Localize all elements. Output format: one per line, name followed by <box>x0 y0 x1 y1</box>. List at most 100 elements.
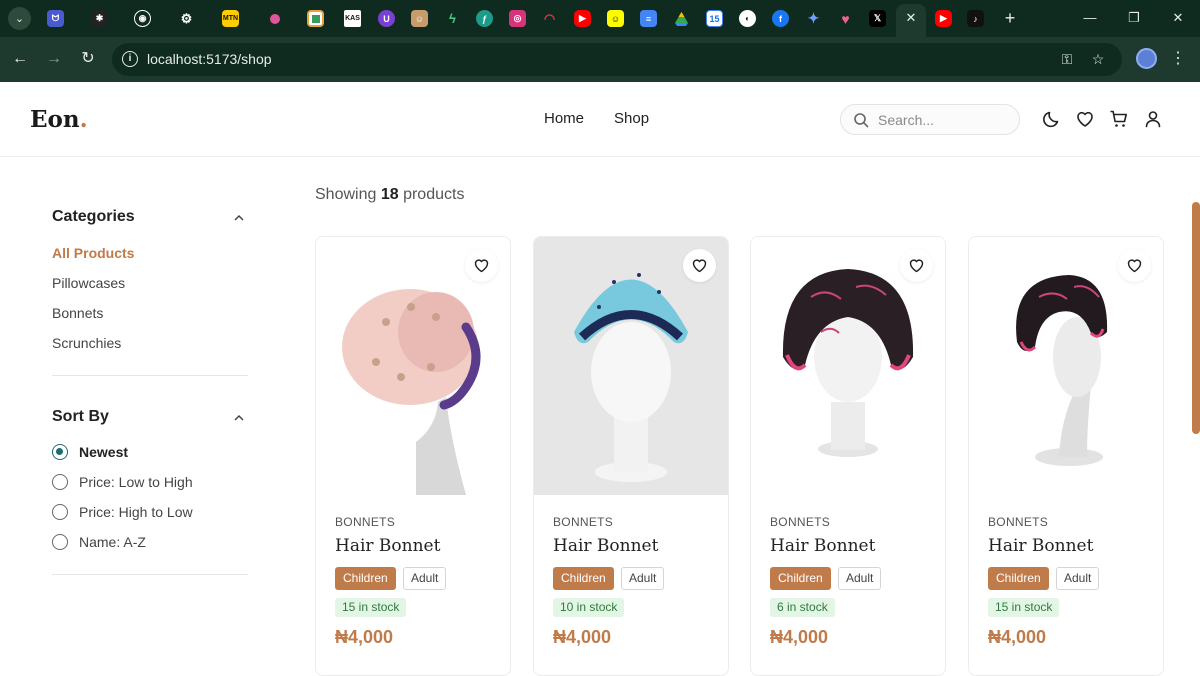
tab-favicon-bolt-icon[interactable]: ϟ <box>444 10 461 27</box>
product-name[interactable]: Hair Bonnet <box>988 536 1093 556</box>
add-to-wishlist-button[interactable] <box>900 249 933 282</box>
sort-label-newest[interactable]: Newest <box>79 444 128 460</box>
tab-search-menu-icon[interactable]: ⌄ <box>8 7 31 30</box>
product-name[interactable]: Hair Bonnet <box>553 536 658 556</box>
tab-favicon-sparkle-icon[interactable]: ✱ <box>91 10 108 27</box>
size-option-adult[interactable]: Adult <box>403 567 447 590</box>
tab-favicon-facebook-icon[interactable]: f <box>772 10 789 27</box>
sort-label-name-az[interactable]: Name: A-Z <box>79 534 146 550</box>
sort-label-price-low-high[interactable]: Price: Low to High <box>79 474 193 490</box>
site-info-icon[interactable]: i <box>122 51 138 67</box>
add-to-wishlist-button[interactable] <box>1118 249 1151 282</box>
product-name[interactable]: Hair Bonnet <box>770 536 875 556</box>
product-category: BONNETS <box>988 515 1049 529</box>
restore-icon[interactable]: ❐ <box>1124 8 1144 28</box>
tab-favicon-linked-icon[interactable]: ᗢ <box>47 10 64 27</box>
product-category: BONNETS <box>335 515 396 529</box>
cart-icon[interactable] <box>1109 109 1129 129</box>
tab-favicon-u-icon[interactable]: U <box>378 10 395 27</box>
bookmark-star-icon[interactable]: ☆ <box>1089 50 1107 68</box>
add-to-wishlist-button[interactable] <box>465 249 498 282</box>
tab-favicon-gemini-icon[interactable]: ✦ <box>805 10 822 27</box>
product-category: BONNETS <box>553 515 614 529</box>
sort-label-price-high-low[interactable]: Price: High to Low <box>79 504 193 520</box>
minimize-icon[interactable]: — <box>1080 8 1100 28</box>
product-card[interactable]: BONNETS Hair Bonnet Children Adult 15 in… <box>315 236 511 676</box>
tab-favicon-instagram-icon[interactable]: ◎ <box>509 10 526 27</box>
tab-favicon-mtn-icon[interactable]: MTN <box>222 10 239 27</box>
tab-favicon-openai-icon[interactable]: ⚙ <box>178 10 195 27</box>
browser-menu-icon[interactable]: ⋮ <box>1170 49 1186 69</box>
sort-radio-newest[interactable] <box>52 444 68 460</box>
category-pillowcases[interactable]: Pillowcases <box>52 275 125 291</box>
category-all-products[interactable]: All Products <box>52 245 134 261</box>
stock-badge: 10 in stock <box>553 598 625 617</box>
category-scrunchies[interactable]: Scrunchies <box>52 335 121 351</box>
nav-shop-link[interactable]: Shop <box>614 110 649 127</box>
chevron-up-icon[interactable] <box>233 412 245 424</box>
size-option-children[interactable]: Children <box>335 567 396 590</box>
tab-favicon-snapchat-icon[interactable]: ☺ <box>607 10 624 27</box>
address-bar[interactable]: i localhost:5173/shop ⚿ ☆ <box>112 43 1122 76</box>
tab-favicon-heart-app-icon[interactable]: ♥ <box>837 10 854 27</box>
tab-favicon-github-icon[interactable]: ◉ <box>134 10 151 27</box>
tab-favicon-avatar-icon[interactable]: ☺ <box>411 10 428 27</box>
stock-badge: 15 in stock <box>335 598 407 617</box>
size-option-adult[interactable]: Adult <box>838 567 882 590</box>
heart-icon <box>692 259 707 273</box>
product-card[interactable]: BONNETS Hair Bonnet Children Adult 15 in… <box>968 236 1164 676</box>
heart-icon <box>909 259 924 273</box>
sort-radio-name-az[interactable] <box>52 534 68 550</box>
tab-favicon-photos-icon[interactable] <box>307 10 324 27</box>
tab-favicon-youtube-icon-2[interactable]: ▶ <box>935 10 952 27</box>
site-header: Eon. Home Shop Search... <box>0 82 1200 157</box>
site-logo[interactable]: Eon. <box>30 106 88 133</box>
new-tab-icon[interactable]: + <box>1000 8 1020 28</box>
category-bonnets[interactable]: Bonnets <box>52 305 103 321</box>
size-option-children[interactable]: Children <box>988 567 1049 590</box>
size-option-adult[interactable]: Adult <box>1056 567 1100 590</box>
size-option-children[interactable]: Children <box>553 567 614 590</box>
product-card[interactable]: BONNETS Hair Bonnet Children Adult 6 in … <box>750 236 946 676</box>
wishlist-heart-icon[interactable] <box>1075 109 1095 129</box>
sort-radio-price-high-low[interactable] <box>52 504 68 520</box>
nav-home-link[interactable]: Home <box>544 110 584 127</box>
page-scrollbar[interactable] <box>1192 202 1200 434</box>
tab-favicon-calendar-icon[interactable]: 15 <box>706 10 723 27</box>
tab-favicon-youtube-icon[interactable]: ▶ <box>574 10 591 27</box>
window-close-icon[interactable]: ✕ <box>1168 8 1188 28</box>
forward-icon[interactable]: → <box>44 49 64 69</box>
dark-mode-moon-icon[interactable] <box>1042 109 1062 129</box>
sort-by-heading[interactable]: Sort By <box>52 408 109 426</box>
tab-favicon-arc-icon[interactable]: ◠ <box>541 10 558 27</box>
size-option-adult[interactable]: Adult <box>621 567 665 590</box>
tab-close-icon[interactable]: ✕ <box>903 9 919 27</box>
tab-favicon-drive-icon[interactable] <box>673 10 690 27</box>
chevron-up-icon[interactable] <box>233 212 245 224</box>
tab-favicon-shape-icon[interactable] <box>266 10 283 27</box>
search-icon <box>854 113 869 128</box>
address-url[interactable]: localhost:5173/shop <box>147 51 272 67</box>
tab-favicon-tiktok-icon[interactable]: ♪ <box>967 10 984 27</box>
password-key-icon[interactable]: ⚿ <box>1058 50 1076 68</box>
back-icon[interactable]: ← <box>10 49 30 69</box>
product-name[interactable]: Hair Bonnet <box>335 536 440 556</box>
stock-badge: 15 in stock <box>988 598 1060 617</box>
tab-favicon-x-icon[interactable]: 𝕏 <box>869 10 886 27</box>
tab-favicon-docs-icon[interactable]: ≡ <box>640 10 657 27</box>
categories-heading[interactable]: Categories <box>52 208 135 226</box>
profile-avatar[interactable] <box>1136 48 1157 69</box>
heart-icon <box>474 259 489 273</box>
tab-favicon-f-icon[interactable]: ƒ <box>476 10 493 27</box>
product-price: ₦4,000 <box>553 627 612 647</box>
account-user-icon[interactable] <box>1143 109 1163 129</box>
reload-icon[interactable]: ↻ <box>78 49 98 69</box>
product-card[interactable]: BONNETS Hair Bonnet Children Adult 10 in… <box>533 236 729 676</box>
search-input[interactable]: Search... <box>878 112 934 128</box>
tab-favicon-kas-icon[interactable]: KAS <box>344 10 361 27</box>
tab-favicon-ai-icon[interactable]: ◐ <box>739 10 756 27</box>
size-option-children[interactable]: Children <box>770 567 831 590</box>
add-to-wishlist-button[interactable] <box>683 249 716 282</box>
sort-radio-price-low-high[interactable] <box>52 474 68 490</box>
search-box[interactable]: Search... <box>840 104 1020 135</box>
